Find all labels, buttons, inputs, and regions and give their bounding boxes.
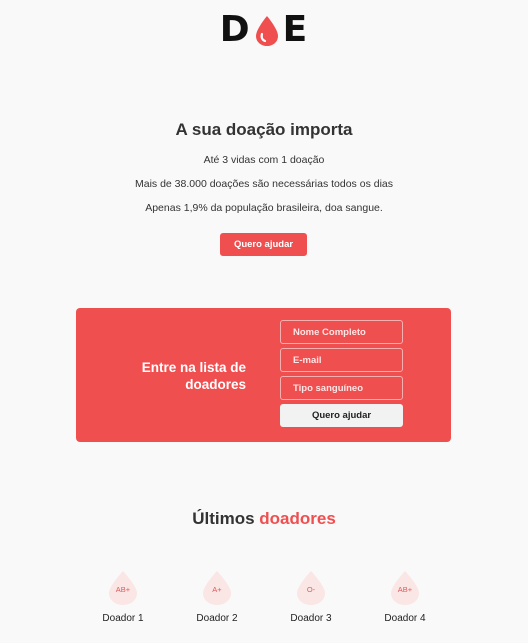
donor-blood-type: O- (306, 585, 316, 594)
blood-drop-icon: O- (296, 570, 326, 606)
hero-title: A sua doação importa (175, 120, 353, 139)
donor-name: Doador 3 (290, 613, 332, 624)
page: D E A sua doação importa Até 3 vidas com… (0, 0, 528, 643)
donor-name: Doador 2 (196, 613, 238, 624)
signup-title: Entre na lista de doadores (106, 359, 246, 393)
donor-blood-type: AB+ (115, 585, 131, 594)
donor-card: AB+ Doador 1 (83, 570, 163, 624)
blood-drop-icon (252, 10, 282, 50)
hero-fact-donations: Mais de 38.000 doações são necessárias t… (135, 178, 393, 190)
donor-blood-type: AB+ (397, 585, 413, 594)
hero-section: A sua doação importa Até 3 vidas com 1 d… (0, 118, 528, 256)
logo-letter-d: D (219, 9, 251, 50)
donor-blood-type: A+ (212, 585, 222, 594)
signup-submit-button[interactable]: Quero ajudar (280, 404, 403, 427)
hero-fact-lives: Até 3 vidas com 1 doação (203, 154, 325, 166)
blood-drop-icon: A+ (202, 570, 232, 606)
blood-drop-icon: AB+ (390, 570, 420, 606)
name-field[interactable] (280, 320, 403, 344)
donors-title: Últimos doadores (0, 509, 528, 529)
donors-title-accent: doadores (259, 509, 336, 528)
signup-title-line2: doadores (185, 377, 246, 392)
donor-card: AB+ Doador 4 (365, 570, 445, 624)
donor-name: Doador 4 (384, 613, 426, 624)
donors-title-plain: Últimos (192, 509, 255, 528)
donor-card: A+ Doador 2 (177, 570, 257, 624)
hero-facts: Até 3 vidas com 1 doação Mais de 38.000 … (0, 148, 528, 220)
blood-type-field[interactable] (280, 376, 403, 400)
signup-title-line1: Entre na lista de (141, 360, 246, 375)
donor-card: O- Doador 3 (271, 570, 351, 624)
donor-name: Doador 1 (102, 613, 144, 624)
logo-letter-e: E (282, 9, 309, 50)
logo[interactable]: D E (0, 10, 528, 50)
donor-signup-form: Entre na lista de doadores Quero ajudar (76, 308, 451, 442)
hero-fact-population: Apenas 1,9% da população brasileira, doa… (145, 202, 383, 214)
hero-help-button[interactable]: Quero ajudar (220, 233, 307, 256)
email-field[interactable] (280, 348, 403, 372)
blood-drop-icon: AB+ (108, 570, 138, 606)
